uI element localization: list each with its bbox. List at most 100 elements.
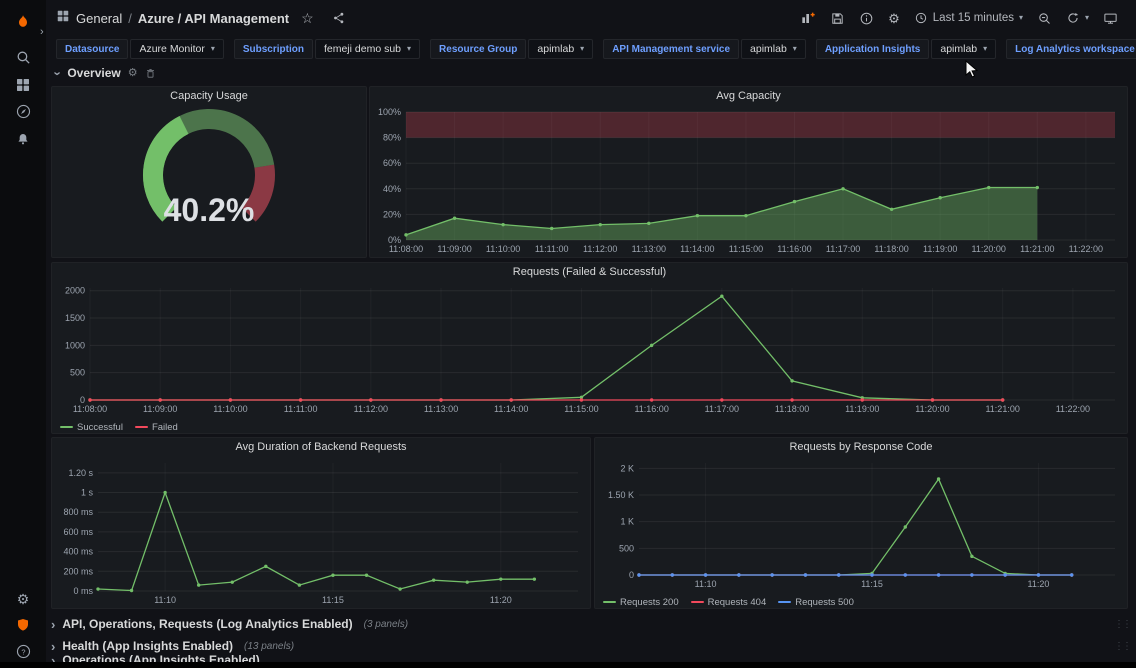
search-icon[interactable] bbox=[9, 44, 37, 71]
panel-title[interactable]: Avg Duration of Backend Requests bbox=[52, 438, 590, 456]
filter-value: apimlab bbox=[750, 43, 787, 55]
row-settings-gear-icon[interactable]: ⚙ bbox=[128, 68, 138, 79]
svg-text:0 ms: 0 ms bbox=[73, 586, 93, 596]
filter-value-dropdown[interactable]: femeji demo sub▾ bbox=[315, 39, 420, 59]
panel-title[interactable]: Capacity Usage bbox=[52, 87, 366, 105]
filter-subscription: Subscription femeji demo sub▾ bbox=[234, 39, 420, 59]
legend-item[interactable]: Successful bbox=[60, 422, 123, 433]
caret-down-icon: ▾ bbox=[407, 45, 411, 53]
panel-title[interactable]: Requests by Response Code bbox=[595, 438, 1127, 456]
legend-item[interactable]: Requests 500 bbox=[778, 597, 854, 608]
admin-shield-icon[interactable] bbox=[9, 612, 37, 638]
legend-label: Requests 500 bbox=[795, 597, 854, 608]
panel-capacity-usage: Capacity Usage 40.2% bbox=[51, 86, 367, 258]
svg-text:11:11:00: 11:11:00 bbox=[284, 404, 318, 414]
legend-label: Failed bbox=[152, 422, 178, 433]
mouse-cursor bbox=[963, 60, 981, 78]
breadcrumb-title[interactable]: Azure / API Management bbox=[138, 11, 289, 26]
favorite-star-button[interactable]: ☆ bbox=[295, 5, 320, 31]
time-range-picker[interactable]: Last 15 minutes ▾ bbox=[908, 5, 1029, 31]
svg-text:500: 500 bbox=[619, 543, 634, 553]
avg-duration-chart[interactable]: 0 ms200 ms400 ms600 ms800 ms1 s1.20 s11:… bbox=[52, 456, 590, 606]
filter-value-dropdown[interactable]: apimlab▾ bbox=[931, 39, 996, 59]
filter-label: Resource Group bbox=[430, 39, 526, 59]
sidebar: ⚙ ? bbox=[0, 0, 46, 668]
panel-avg-capacity: Avg Capacity 0%20%40%60%80%100%11:08:001… bbox=[369, 86, 1128, 258]
chevron-right-icon: › bbox=[51, 618, 55, 631]
filter-value: apimlab bbox=[537, 43, 574, 55]
filter-label: API Management service bbox=[603, 39, 739, 59]
svg-text:40.2%: 40.2% bbox=[164, 192, 255, 228]
requests-chart[interactable]: 050010001500200011:08:0011:09:0011:10:00… bbox=[52, 281, 1127, 415]
filter-datasource: Datasource Azure Monitor▾ bbox=[56, 39, 224, 59]
top-bar: General / Azure / API Management ☆ ⚙ bbox=[46, 0, 1136, 36]
zoom-out-button[interactable] bbox=[1031, 5, 1058, 31]
svg-text:11:16:00: 11:16:00 bbox=[777, 244, 811, 254]
svg-text:11:17:00: 11:17:00 bbox=[826, 244, 860, 254]
legend-item[interactable]: Requests 200 bbox=[603, 597, 679, 608]
svg-text:11:10:00: 11:10:00 bbox=[213, 404, 247, 414]
panel-requests: Requests (Failed & Successful) 050010001… bbox=[51, 262, 1128, 434]
add-panel-button[interactable] bbox=[794, 5, 822, 31]
svg-text:11:08:00: 11:08:00 bbox=[389, 244, 423, 254]
svg-text:11:10: 11:10 bbox=[154, 595, 176, 605]
chevron-down-icon: › bbox=[52, 71, 65, 75]
filter-value-dropdown[interactable]: Azure Monitor▾ bbox=[130, 39, 223, 59]
row-title[interactable]: API, Operations, Requests (Log Analytics… bbox=[62, 617, 352, 631]
row-title[interactable]: Overview bbox=[67, 66, 120, 80]
dashboard-info-button[interactable] bbox=[853, 5, 880, 31]
save-dashboard-button[interactable] bbox=[824, 5, 851, 31]
legend-item[interactable]: Requests 404 bbox=[691, 597, 767, 608]
breadcrumb: General / Azure / API Management ☆ bbox=[56, 5, 352, 31]
svg-text:11:22:00: 11:22:00 bbox=[1056, 404, 1090, 414]
svg-text:500: 500 bbox=[70, 368, 85, 378]
refresh-button[interactable]: ▾ bbox=[1060, 5, 1095, 31]
filter-value-dropdown[interactable]: apimlab ▾ bbox=[528, 39, 593, 59]
svg-text:11:12:00: 11:12:00 bbox=[354, 404, 388, 414]
svg-text:11:18:00: 11:18:00 bbox=[775, 404, 809, 414]
panel-title[interactable]: Requests (Failed & Successful) bbox=[52, 263, 1127, 281]
svg-text:1 s: 1 s bbox=[81, 488, 94, 498]
avg-capacity-chart[interactable]: 0%20%40%60%80%100%11:08:0011:09:0011:10:… bbox=[370, 105, 1127, 255]
filter-apim-service: API Management service apimlab▾ bbox=[603, 39, 806, 59]
legend-label: Requests 404 bbox=[708, 597, 767, 608]
drag-handle-icon[interactable]: ⋮⋮ bbox=[1114, 619, 1130, 630]
dashboard-toolbar: ⚙ Last 15 minutes ▾ ▾ bbox=[794, 5, 1124, 31]
svg-text:1.50 K: 1.50 K bbox=[608, 490, 634, 500]
sidebar-expand-icon[interactable]: › bbox=[40, 26, 44, 38]
panel-title[interactable]: Avg Capacity bbox=[370, 87, 1127, 105]
breadcrumb-section[interactable]: General bbox=[76, 11, 122, 26]
svg-text:200 ms: 200 ms bbox=[63, 566, 93, 576]
svg-text:11:19:00: 11:19:00 bbox=[845, 404, 879, 414]
help-icon[interactable]: ? bbox=[9, 638, 37, 664]
legend-swatch bbox=[691, 601, 704, 603]
svg-text:1 K: 1 K bbox=[620, 517, 634, 527]
caret-down-icon: ▾ bbox=[580, 45, 584, 53]
configuration-gear-icon[interactable]: ⚙ bbox=[9, 586, 37, 612]
share-button[interactable] bbox=[326, 5, 352, 31]
legend-label: Requests 200 bbox=[620, 597, 679, 608]
monitor-icon bbox=[1103, 11, 1118, 26]
caret-down-icon: ▾ bbox=[1019, 14, 1023, 22]
response-code-chart[interactable]: 05001 K1.50 K2 K11:1011:1511:20 bbox=[595, 456, 1127, 590]
dashboard-settings-button[interactable]: ⚙ bbox=[882, 5, 906, 31]
svg-text:1500: 1500 bbox=[65, 313, 85, 323]
svg-text:?: ? bbox=[21, 647, 25, 656]
grafana-logo-icon[interactable] bbox=[9, 8, 37, 38]
filter-value-dropdown[interactable]: apimlab▾ bbox=[741, 39, 806, 59]
collapsed-row-log-analytics[interactable]: › API, Operations, Requests (Log Analyti… bbox=[51, 614, 1130, 634]
svg-text:11:16:00: 11:16:00 bbox=[634, 404, 668, 414]
dashboards-grid-icon[interactable] bbox=[9, 71, 37, 98]
zoom-out-icon bbox=[1037, 11, 1052, 26]
svg-text:600 ms: 600 ms bbox=[63, 527, 93, 537]
row-delete-trash-icon[interactable] bbox=[145, 68, 156, 79]
explore-compass-icon[interactable] bbox=[9, 98, 37, 125]
caret-down-icon: ▾ bbox=[211, 45, 215, 53]
gear-icon: ⚙ bbox=[888, 12, 900, 25]
alerting-bell-icon[interactable] bbox=[9, 125, 37, 152]
panel-requests-by-response-code: Requests by Response Code 05001 K1.50 K2… bbox=[594, 437, 1128, 609]
svg-text:11:13:00: 11:13:00 bbox=[424, 404, 458, 414]
legend-label: Successful bbox=[77, 422, 123, 433]
legend-item[interactable]: Failed bbox=[135, 422, 178, 433]
kiosk-mode-button[interactable] bbox=[1097, 5, 1124, 31]
